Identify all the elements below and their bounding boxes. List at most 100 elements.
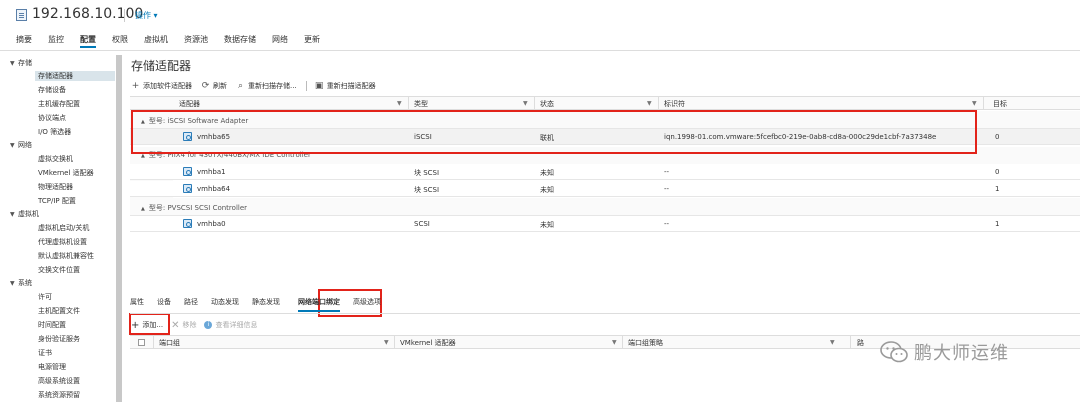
remove-button[interactable]: ✕ 移除 xyxy=(171,320,196,330)
column-divider[interactable] xyxy=(534,97,535,110)
column-header-targets[interactable]: 目标 xyxy=(993,99,1007,109)
cell-targets: 1 xyxy=(995,185,1000,193)
cell-status: 未知 xyxy=(540,221,554,229)
chevron-down-icon: ▼ xyxy=(10,211,15,218)
cell-adapter: vmhba64 xyxy=(197,185,231,193)
close-icon: ✕ xyxy=(171,319,180,331)
tab-static-discovery[interactable]: 静态发现 xyxy=(252,297,280,311)
sidebar-item-vmkernel-adapters[interactable]: VMkernel 适配器 xyxy=(38,168,94,178)
add-port-binding-button[interactable]: + 添加... xyxy=(131,320,163,330)
tab-resource-pools[interactable]: 资源池 xyxy=(184,34,208,48)
sidebar-item-io-filters[interactable]: I/O 筛选器 xyxy=(38,127,71,137)
column-divider[interactable] xyxy=(408,97,409,110)
sidebar-item-host-cache[interactable]: 主机缓存配置 xyxy=(38,99,80,109)
rescan-storage-icon: ⌕ xyxy=(237,80,244,91)
select-all-checkbox[interactable] xyxy=(138,339,145,346)
cell-identifier: -- xyxy=(664,168,670,176)
filter-icon[interactable]: ▼ xyxy=(523,100,528,107)
tab-updates[interactable]: 更新 xyxy=(304,34,320,48)
plus-icon: + xyxy=(131,319,140,331)
sidebar-item-agent-vm[interactable]: 代理虚拟机设置 xyxy=(38,237,87,247)
host-title: 192.168.10.100 xyxy=(32,6,144,22)
sidebar-item-certificate[interactable]: 证书 xyxy=(38,348,52,358)
group-row-pvscsi[interactable]: ▲ 型号: PVSCSI SCSI Controller xyxy=(130,198,1080,216)
sidebar-group-system[interactable]: ▼ 系统 xyxy=(10,278,32,288)
tab-advanced-options[interactable]: 高级选项 xyxy=(353,297,381,311)
tab-monitor[interactable]: 监控 xyxy=(48,34,64,48)
cell-type: 块 SCSI xyxy=(414,169,440,177)
column-header-vmkernel-adapter[interactable]: VMkernel 适配器 xyxy=(400,338,456,348)
cell-type: SCSI xyxy=(414,220,430,228)
table-row-vmhba0[interactable]: vmhba0 SCSI 未知 -- 1 xyxy=(130,216,1080,232)
detail-tabs-divider xyxy=(130,313,1080,314)
sidebar-item-tcpip-config[interactable]: TCP/IP 配置 xyxy=(38,196,76,206)
group-label: 型号: PVSCSI SCSI Controller xyxy=(148,204,248,212)
sidebar-item-protocol-endpoints[interactable]: 协议端点 xyxy=(38,113,66,123)
tab-permissions[interactable]: 权限 xyxy=(112,34,128,48)
sidebar-group-vm[interactable]: ▼ 虚拟机 xyxy=(10,209,39,219)
tab-vms[interactable]: 虚拟机 xyxy=(144,34,168,48)
tab-devices[interactable]: 设备 xyxy=(157,297,171,311)
filter-icon[interactable]: ▼ xyxy=(830,339,835,346)
actions-menu-button[interactable]: 操作 ▾ xyxy=(135,10,158,21)
tab-dynamic-discovery[interactable]: 动态发现 xyxy=(211,297,239,311)
column-divider[interactable] xyxy=(658,97,659,110)
refresh-button[interactable]: ⟳ 刷新 xyxy=(201,81,227,91)
table-row-vmhba1[interactable]: vmhba1 块 SCSI 未知 -- 0 xyxy=(130,164,1080,180)
column-divider[interactable] xyxy=(622,336,623,349)
rescan-adapter-icon: ▣ xyxy=(314,80,324,91)
sidebar-group-network[interactable]: ▼ 网络 xyxy=(10,140,32,150)
sidebar-item-licensing[interactable]: 许可 xyxy=(38,292,52,302)
sidebar-item-power-mgmt[interactable]: 电源管理 xyxy=(38,362,66,372)
column-header-status[interactable]: 状态 xyxy=(540,99,554,109)
tab-networks[interactable]: 网络 xyxy=(272,34,288,48)
sidebar-item-swap-location[interactable]: 交换文件位置 xyxy=(38,265,80,275)
tab-configure[interactable]: 配置 xyxy=(80,34,96,48)
filter-icon[interactable]: ▼ xyxy=(972,100,977,107)
refresh-icon: ⟳ xyxy=(201,80,210,91)
tab-network-port-binding[interactable]: 网络端口绑定 xyxy=(298,297,340,312)
column-header-port-group-policy[interactable]: 端口组策略 xyxy=(628,338,663,348)
table-row-vmhba64[interactable]: vmhba64 块 SCSI 未知 -- 1 xyxy=(130,181,1080,197)
sidebar-item-virtual-switches[interactable]: 虚拟交换机 xyxy=(38,154,73,164)
column-divider[interactable] xyxy=(394,336,395,349)
rescan-adapter-button[interactable]: ▣ 重新扫描适配器 xyxy=(315,81,376,91)
column-divider[interactable] xyxy=(153,336,154,349)
sidebar-item-advanced-settings[interactable]: 高级系统设置 xyxy=(38,376,80,386)
column-divider[interactable] xyxy=(983,97,984,110)
tab-datastores[interactable]: 数据存储 xyxy=(224,34,256,48)
top-tabs: 摘要 监控 配置 权限 虚拟机 资源池 数据存储 网络 更新 xyxy=(16,34,336,48)
add-software-adapter-button[interactable]: + 添加软件适配器 xyxy=(131,81,192,91)
cell-adapter: vmhba1 xyxy=(197,168,226,176)
sidebar-item-host-profile[interactable]: 主机配置文件 xyxy=(38,306,80,316)
cell-status: 未知 xyxy=(540,169,554,177)
column-header-path[interactable]: 路 xyxy=(857,338,864,348)
tab-summary[interactable]: 摘要 xyxy=(16,34,32,48)
sidebar-item-auth-services[interactable]: 身份验证服务 xyxy=(38,334,80,344)
cell-identifier: -- xyxy=(664,220,670,228)
sidebar-group-storage[interactable]: ▼ 存储 xyxy=(10,58,32,68)
cell-identifier: -- xyxy=(664,185,670,193)
sidebar-item-time-config[interactable]: 时间配置 xyxy=(38,320,66,330)
rescan-storage-button[interactable]: ⌕ 重新扫描存储... xyxy=(236,81,297,91)
sidebar-item-resource-reservation[interactable]: 系统资源预留 xyxy=(38,390,80,400)
filter-icon[interactable]: ▼ xyxy=(647,100,652,107)
column-header-identifier[interactable]: 标识符 xyxy=(664,99,685,109)
sidebar-item-vm-compat[interactable]: 默认虚拟机兼容性 xyxy=(38,251,94,261)
column-header-type[interactable]: 类型 xyxy=(414,99,428,109)
column-header-adapter[interactable]: 适配器 xyxy=(179,99,200,109)
sidebar-item-physical-adapters[interactable]: 物理适配器 xyxy=(38,182,73,192)
column-divider[interactable] xyxy=(850,336,851,349)
filter-icon[interactable]: ▼ xyxy=(384,339,389,346)
chevron-down-icon: ▼ xyxy=(10,60,15,67)
tab-paths[interactable]: 路径 xyxy=(184,297,198,311)
sidebar-scrollbar-thumb[interactable] xyxy=(116,55,122,402)
view-details-button[interactable]: i 查看详细信息 xyxy=(204,320,257,330)
sidebar-item-vm-startup[interactable]: 虚拟机启动/关机 xyxy=(38,223,89,233)
sidebar-item-storage-adapters[interactable]: 存储适配器 xyxy=(35,71,115,81)
tab-properties[interactable]: 属性 xyxy=(130,297,144,311)
sidebar-item-storage-devices[interactable]: 存储设备 xyxy=(38,85,66,95)
column-header-port-group[interactable]: 端口组 xyxy=(159,338,180,348)
filter-icon[interactable]: ▼ xyxy=(397,100,402,107)
filter-icon[interactable]: ▼ xyxy=(612,339,617,346)
